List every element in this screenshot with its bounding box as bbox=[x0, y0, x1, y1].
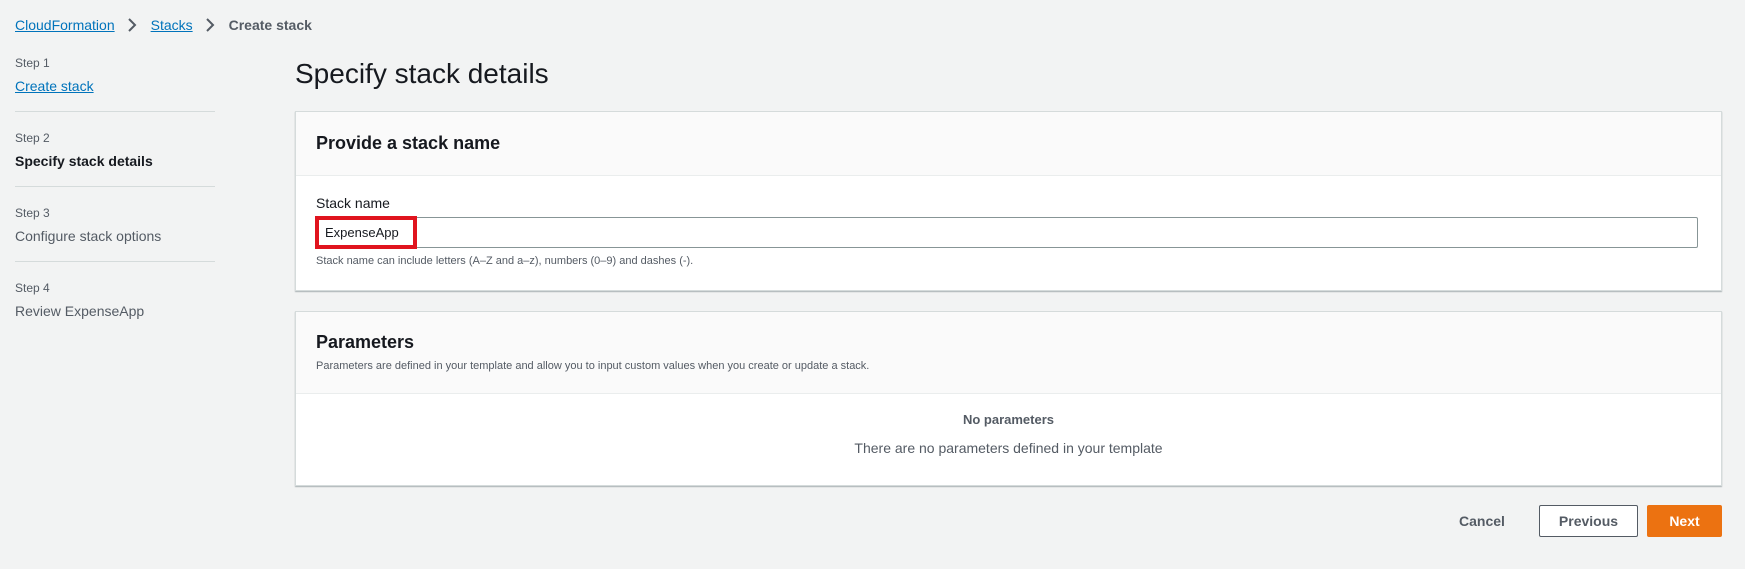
chevron-right-icon bbox=[201, 17, 221, 33]
stack-name-input[interactable] bbox=[316, 217, 1698, 248]
step-title-active: Specify stack details bbox=[15, 153, 153, 169]
step-number: Step 2 bbox=[15, 131, 50, 145]
panel-title: Parameters bbox=[316, 332, 415, 352]
wizard-step-4: Step 4 Review ExpenseApp bbox=[15, 277, 215, 336]
wizard-step-1: Step 1 Create stack bbox=[15, 52, 215, 112]
breadcrumb: CloudFormation Stacks Create stack bbox=[15, 15, 312, 35]
wizard-step-3: Step 3 Configure stack options bbox=[15, 202, 215, 262]
chevron-right-icon bbox=[123, 17, 143, 33]
breadcrumb-cloudformation[interactable]: CloudFormation bbox=[15, 17, 115, 33]
previous-button[interactable]: Previous bbox=[1539, 505, 1638, 537]
empty-state-description: There are no parameters defined in your … bbox=[854, 440, 1163, 456]
panel-title: Provide a stack name bbox=[316, 133, 501, 153]
step-number: Step 1 bbox=[15, 56, 50, 70]
step-number: Step 4 bbox=[15, 281, 50, 295]
stack-name-panel: Provide a stack name Stack name Stack na… bbox=[295, 111, 1722, 291]
stack-name-field bbox=[315, 216, 1698, 249]
next-button[interactable]: Next bbox=[1647, 505, 1722, 537]
page-title: Specify stack details bbox=[295, 58, 549, 89]
breadcrumb-stacks[interactable]: Stacks bbox=[151, 17, 193, 33]
wizard-steps: Step 1 Create stack Step 2 Specify stack… bbox=[15, 52, 215, 351]
wizard-step-2: Step 2 Specify stack details bbox=[15, 127, 215, 187]
panel-description: Parameters are defined in your template … bbox=[316, 360, 870, 372]
step-link-create-stack[interactable]: Create stack bbox=[15, 77, 215, 96]
panel-body: Stack name Stack name can include letter… bbox=[296, 176, 1721, 268]
panel-header: Parameters Parameters are defined in you… bbox=[296, 312, 1721, 394]
wizard-actions: Cancel Previous Next bbox=[1444, 505, 1722, 537]
cancel-button[interactable]: Cancel bbox=[1444, 505, 1520, 537]
breadcrumb-current: Create stack bbox=[228, 17, 312, 33]
step-title: Review ExpenseApp bbox=[15, 303, 145, 319]
main-content: Specify stack details Provide a stack na… bbox=[295, 54, 1722, 486]
step-number: Step 3 bbox=[15, 206, 50, 220]
step-title: Configure stack options bbox=[15, 228, 162, 244]
empty-state: No parameters There are no parameters de… bbox=[296, 394, 1721, 457]
panel-header: Provide a stack name bbox=[296, 112, 1721, 176]
stack-name-hint: Stack name can include letters (A–Z and … bbox=[316, 255, 694, 267]
stack-name-label: Stack name bbox=[316, 195, 390, 211]
parameters-panel: Parameters Parameters are defined in you… bbox=[295, 311, 1722, 486]
empty-state-title: No parameters bbox=[962, 412, 1055, 427]
